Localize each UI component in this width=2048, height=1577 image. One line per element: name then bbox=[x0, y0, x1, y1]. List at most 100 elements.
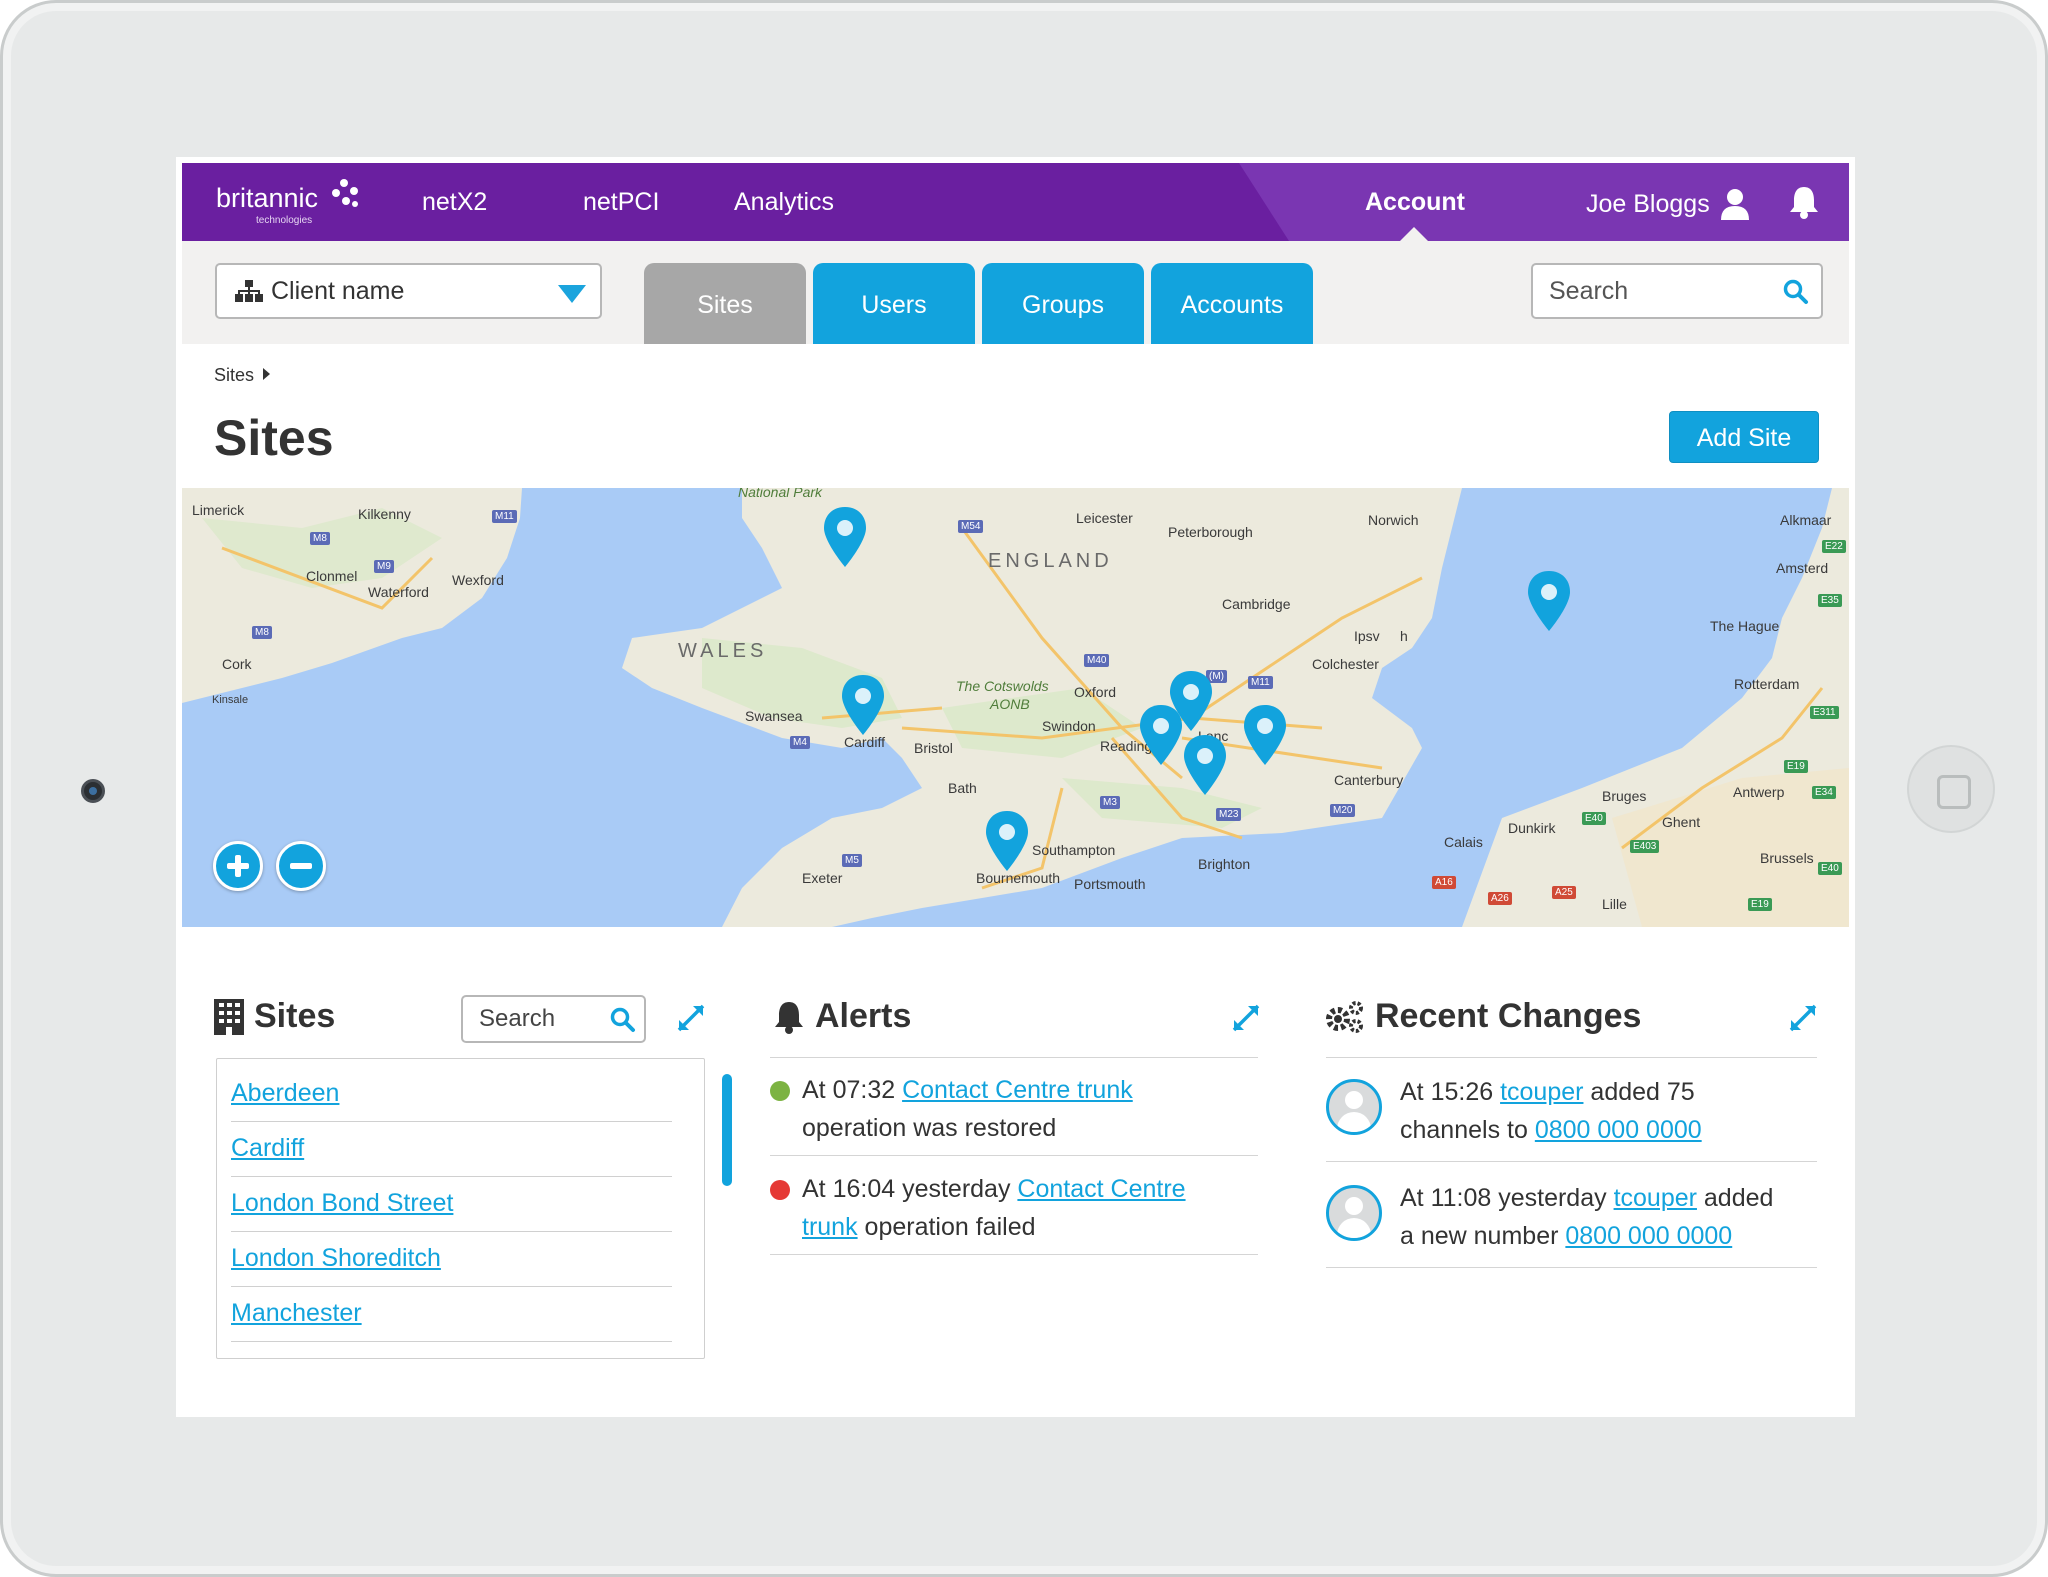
change-text: a new number bbox=[1400, 1222, 1566, 1250]
site-pin-icon[interactable] bbox=[822, 506, 868, 568]
expand-icon[interactable] bbox=[675, 1002, 707, 1034]
list-item[interactable]: Manchester bbox=[231, 1287, 672, 1342]
alerts-panel-title: Alerts bbox=[815, 997, 912, 1035]
client-select[interactable]: Client name bbox=[215, 263, 602, 319]
status-error-icon bbox=[770, 1180, 790, 1200]
number-link[interactable]: 0800 000 0000 bbox=[1535, 1116, 1702, 1144]
sites-panel-header: Sites bbox=[214, 997, 335, 1036]
add-site-button[interactable]: Add Site bbox=[1669, 411, 1819, 463]
map-label: Limerick bbox=[192, 502, 245, 518]
alert-link[interactable]: trunk bbox=[802, 1213, 858, 1241]
alert-link[interactable]: Contact Centre bbox=[1017, 1175, 1185, 1203]
user-menu[interactable]: Joe Bloggs bbox=[1586, 188, 1750, 220]
road-shield: A25 bbox=[1552, 886, 1576, 899]
nav-account[interactable]: Account bbox=[1365, 188, 1465, 217]
page-title: Sites bbox=[214, 410, 334, 466]
search-icon[interactable] bbox=[610, 1007, 636, 1033]
avatar bbox=[1326, 1185, 1382, 1241]
map-label: Exeter bbox=[802, 870, 843, 886]
tab-users[interactable]: Users bbox=[813, 263, 975, 344]
map-label: Brussels bbox=[1760, 850, 1814, 866]
home-button[interactable] bbox=[1907, 745, 1995, 833]
map-label: ENGLAND bbox=[988, 550, 1113, 572]
change-text: added 75 bbox=[1583, 1078, 1695, 1106]
alert-text: At 16:04 yesterday bbox=[802, 1175, 1018, 1203]
road-shield: M11 bbox=[492, 510, 517, 523]
map-label: Portsmouth bbox=[1074, 876, 1146, 892]
search-icon[interactable] bbox=[1783, 279, 1809, 305]
app-screen: britannic technologies netX2 netPCI Anal… bbox=[176, 157, 1855, 1417]
tab-sites[interactable]: Sites bbox=[644, 263, 806, 344]
global-search-input[interactable]: Search bbox=[1531, 263, 1823, 319]
tab-groups[interactable]: Groups bbox=[982, 263, 1144, 344]
brand-logo[interactable]: britannic technologies bbox=[216, 179, 358, 226]
site-pin-icon[interactable] bbox=[984, 810, 1030, 872]
zoom-in-button[interactable] bbox=[213, 841, 263, 891]
notifications-bell-icon[interactable] bbox=[1788, 185, 1820, 219]
tablet-frame: britannic technologies netX2 netPCI Anal… bbox=[0, 0, 2048, 1577]
breadcrumb-arrow-icon bbox=[263, 368, 271, 380]
map-label: AONB bbox=[990, 696, 1030, 712]
site-pin-icon[interactable] bbox=[1242, 704, 1288, 766]
map-label: Canterbury bbox=[1334, 772, 1404, 788]
road-shield: M20 bbox=[1330, 804, 1356, 817]
map-label: Antwerp bbox=[1733, 784, 1785, 800]
list-item[interactable]: London Shoreditch bbox=[231, 1232, 672, 1287]
sites-search-placeholder: Search bbox=[479, 1005, 556, 1032]
map-label: Norwich bbox=[1368, 512, 1419, 528]
alert-item: At 16:04 yesterday Contact Centre trunk … bbox=[802, 1170, 1258, 1246]
map-label: Lille bbox=[1602, 896, 1627, 912]
zoom-out-button[interactable] bbox=[276, 841, 326, 891]
scrollbar[interactable] bbox=[722, 1074, 732, 1186]
map-label: Ghent bbox=[1662, 814, 1701, 830]
site-pin-icon[interactable] bbox=[1138, 704, 1184, 766]
road-shield: A26 bbox=[1488, 892, 1512, 905]
road-shield: M3 bbox=[1100, 796, 1120, 809]
map-label: Clonmel bbox=[306, 568, 358, 584]
road-shield: E22 bbox=[1822, 540, 1846, 553]
account-section-bg bbox=[1239, 163, 1849, 241]
user-name: Joe Bloggs bbox=[1586, 189, 1710, 218]
alert-link[interactable]: Contact Centre trunk bbox=[902, 1076, 1133, 1104]
road-shield: M5 bbox=[842, 854, 862, 867]
breadcrumb-sites[interactable]: Sites bbox=[214, 365, 254, 385]
nav-netx2[interactable]: netX2 bbox=[422, 188, 487, 217]
tab-accounts[interactable]: Accounts bbox=[1151, 263, 1313, 344]
map-label: Brighton bbox=[1198, 856, 1251, 872]
road-shield: M8 bbox=[310, 532, 330, 545]
nav-netpci[interactable]: netPCI bbox=[583, 188, 659, 217]
user-link[interactable]: tcouper bbox=[1614, 1184, 1697, 1212]
map-label: WALES bbox=[678, 640, 768, 662]
map-label: Swindon bbox=[1042, 718, 1096, 734]
list-item[interactable]: London Bond Street bbox=[231, 1177, 672, 1232]
alert-text: operation failed bbox=[857, 1213, 1036, 1241]
top-nav-bar: britannic technologies netX2 netPCI Anal… bbox=[182, 163, 1849, 241]
user-link[interactable]: tcouper bbox=[1500, 1078, 1583, 1106]
road-shield: E19 bbox=[1784, 760, 1808, 773]
changes-panel-title: Recent Changes bbox=[1375, 997, 1642, 1035]
list-item[interactable]: Aberdeen bbox=[231, 1067, 672, 1122]
road-shield: E40 bbox=[1818, 862, 1842, 875]
map-label: Rotterdam bbox=[1734, 676, 1800, 692]
expand-icon[interactable] bbox=[1230, 1002, 1262, 1034]
number-link[interactable]: 0800 000 0000 bbox=[1565, 1222, 1732, 1250]
site-pin-icon[interactable] bbox=[1182, 734, 1228, 796]
road-shield: E311 bbox=[1810, 706, 1839, 719]
map-label: Cork bbox=[222, 656, 252, 672]
road-shield: E40 bbox=[1582, 812, 1606, 825]
divider bbox=[1326, 1057, 1817, 1058]
site-pin-icon[interactable] bbox=[1526, 570, 1572, 632]
site-pin-icon[interactable] bbox=[840, 674, 886, 736]
sites-map[interactable]: Limerick Kilkenny Clonmel Waterford Wexf… bbox=[182, 488, 1849, 927]
sites-list[interactable]: Aberdeen Cardiff London Bond Street Lond… bbox=[216, 1058, 732, 1359]
map-label: Alkmaar bbox=[1780, 512, 1832, 528]
list-item[interactable]: Cardiff bbox=[231, 1122, 672, 1177]
sites-panel-title: Sites bbox=[254, 997, 336, 1035]
user-icon bbox=[1720, 189, 1749, 220]
road-shield: M11 bbox=[1248, 676, 1273, 689]
sites-search-input[interactable]: Search bbox=[461, 995, 646, 1043]
expand-icon[interactable] bbox=[1787, 1002, 1819, 1034]
breadcrumb: Sites bbox=[214, 365, 271, 386]
nav-analytics[interactable]: Analytics bbox=[734, 188, 834, 217]
map-label: Ipsv bbox=[1354, 628, 1380, 644]
